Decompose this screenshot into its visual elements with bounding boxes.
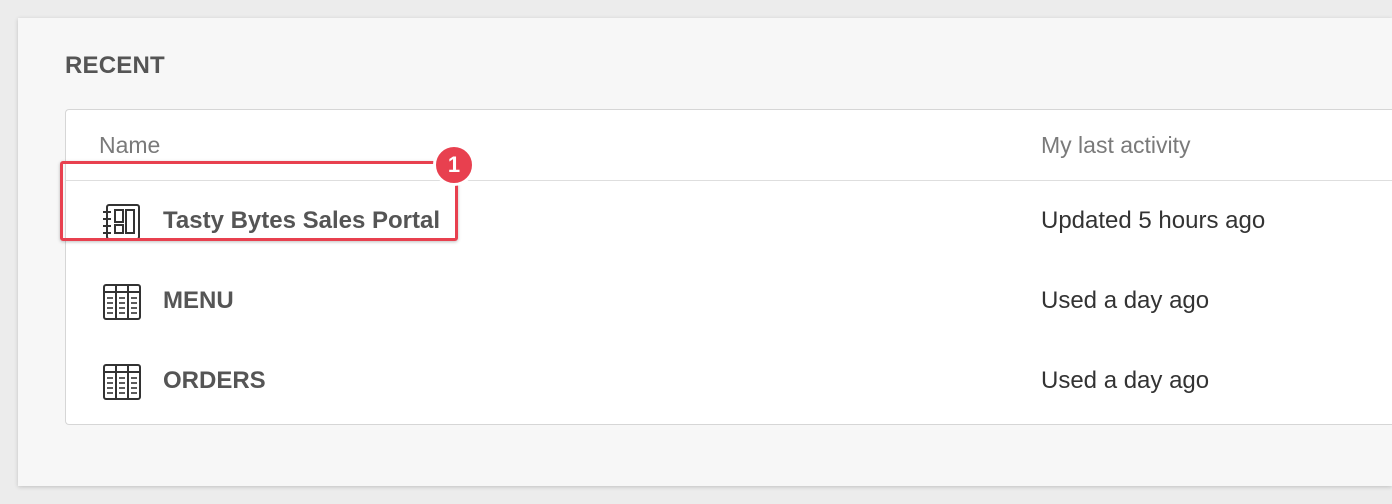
row-name[interactable]: MENU bbox=[163, 287, 234, 315]
step-badge: 1 bbox=[433, 144, 475, 186]
section-title: RECENT bbox=[65, 52, 165, 79]
column-header-name[interactable]: Name bbox=[99, 132, 160, 159]
row-name[interactable]: Tasty Bytes Sales Portal bbox=[163, 207, 440, 235]
table-row[interactable]: MENU Used a day ago bbox=[66, 261, 1392, 341]
table-icon bbox=[102, 362, 142, 402]
column-header-activity[interactable]: My last activity bbox=[1041, 132, 1191, 159]
table-icon bbox=[102, 282, 142, 322]
table-header: Name My last activity bbox=[66, 110, 1392, 181]
row-activity: Used a day ago bbox=[1041, 287, 1210, 314]
row-name[interactable]: ORDERS bbox=[163, 367, 266, 395]
workbook-icon bbox=[102, 202, 142, 242]
recent-panel: RECENT Name My last activity Tasty Bytes… bbox=[18, 18, 1392, 486]
recent-table: Name My last activity Tasty Bytes Sales … bbox=[65, 109, 1392, 425]
row-activity: Used a day ago bbox=[1041, 367, 1210, 394]
table-row[interactable]: Tasty Bytes Sales Portal Updated 5 hours… bbox=[66, 181, 1392, 261]
table-row[interactable]: ORDERS Used a day ago bbox=[66, 341, 1392, 421]
row-activity: Updated 5 hours ago bbox=[1041, 207, 1266, 234]
